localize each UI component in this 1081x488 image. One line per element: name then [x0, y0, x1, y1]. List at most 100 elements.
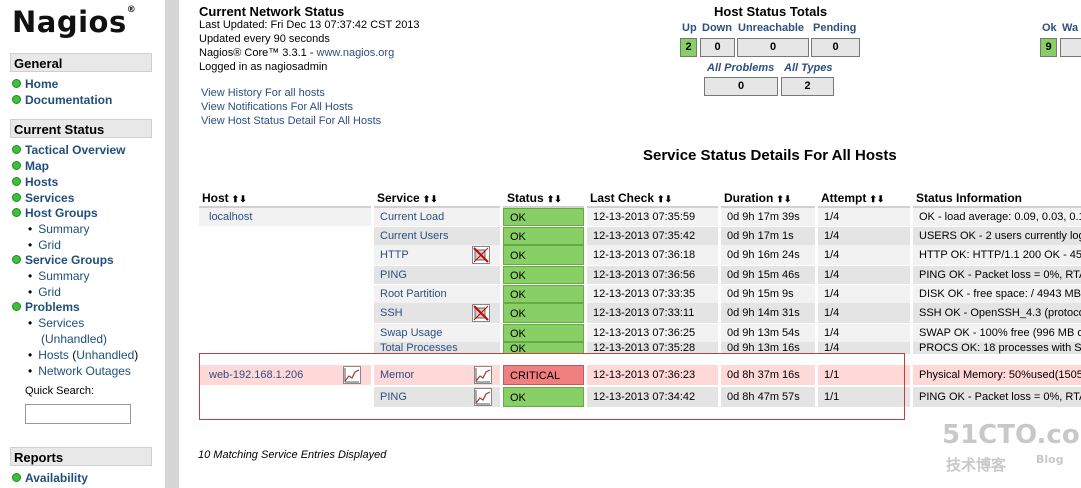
cell-service[interactable]: PING: [374, 266, 500, 284]
sort-arrows-icon[interactable]: ⬆⬇: [547, 194, 562, 204]
cell-status: OK: [503, 324, 584, 342]
cell-status-information: PING OK - Packet loss = 0%, RTA: [913, 266, 1081, 284]
nav-problem-services[interactable]: Services: [28, 316, 84, 331]
host-totals-title: Host Status Totals: [714, 4, 828, 19]
col-status[interactable]: Status ⬆⬇: [507, 191, 562, 205]
count-unreachable[interactable]: 0: [737, 38, 809, 57]
cell-status: OK: [503, 208, 584, 226]
cell-service[interactable]: Current Users: [374, 227, 500, 245]
cell-host[interactable]: localhost: [199, 208, 371, 226]
col-last-check[interactable]: Last Check ⬆⬇: [590, 191, 672, 205]
count-all-types[interactable]: 2: [781, 77, 834, 96]
nav-host-groups[interactable]: Host Groups: [12, 206, 98, 221]
cell-attempt: 1/4: [818, 245, 910, 265]
update-interval: Updated every 90 seconds: [199, 33, 330, 45]
cell-host[interactable]: [199, 245, 371, 265]
label-all-types[interactable]: All Types: [784, 62, 833, 74]
cell-host[interactable]: [199, 266, 371, 284]
nagios-logo[interactable]: Nagios®: [12, 5, 136, 39]
link-notifications[interactable]: View Notifications For All Hosts: [201, 101, 353, 113]
status-dot-icon: [12, 193, 21, 202]
sort-arrows-icon[interactable]: ⬆⬇: [869, 194, 884, 204]
cell-last-check: 12-13-2013 07:33:35: [587, 285, 718, 303]
nav-tactical-overview[interactable]: Tactical Overview: [12, 143, 126, 158]
label-warning[interactable]: Wa: [1062, 22, 1078, 34]
nav-hostgroup-grid[interactable]: Grid: [28, 238, 61, 253]
nav-map[interactable]: Map: [12, 159, 49, 174]
nav-servicegroup-summary[interactable]: Summary: [28, 269, 89, 284]
cell-status-information: HTTP OK: HTTP/1.1 200 OK - 4545: [913, 245, 1081, 265]
sort-arrows-icon[interactable]: ⬆⬇: [776, 194, 791, 204]
sort-arrows-icon[interactable]: ⬆⬇: [232, 194, 247, 204]
passive-check-disabled-icon[interactable]: [472, 304, 490, 322]
status-dot-icon: [12, 79, 21, 88]
cell-status-information: USERS OK - 2 users currently logged in: [913, 227, 1081, 245]
nav-problems[interactable]: Problems: [12, 300, 80, 315]
cell-host[interactable]: [199, 303, 371, 323]
nav-availability[interactable]: Availability: [12, 471, 88, 486]
nav-home[interactable]: Home: [12, 77, 58, 92]
count-down[interactable]: 0: [700, 38, 735, 57]
count-pending[interactable]: 0: [811, 38, 860, 57]
highlight-annotation: [199, 353, 905, 420]
nav-problem-services-unhandled[interactable]: (Unhandled): [41, 332, 107, 347]
col-host[interactable]: Host ⬆⬇: [202, 191, 247, 205]
label-down[interactable]: Down: [702, 22, 732, 34]
label-unreachable[interactable]: Unreachable: [738, 22, 804, 34]
cell-host[interactable]: [199, 324, 371, 342]
cell-last-check: 12-13-2013 07:36:18: [587, 245, 718, 265]
label-pending[interactable]: Pending: [813, 22, 856, 34]
nav-service-groups[interactable]: Service Groups: [12, 253, 114, 268]
cell-host[interactable]: [199, 285, 371, 303]
cell-status-information: PROCS OK: 18 processes with ST: [913, 342, 1081, 354]
link-history[interactable]: View History For all hosts: [201, 87, 325, 99]
nav-hosts[interactable]: Hosts: [12, 175, 58, 190]
status-dot-icon: [12, 161, 21, 170]
count-warning[interactable]: [1060, 38, 1081, 57]
nav-documentation[interactable]: Documentation: [12, 93, 112, 108]
label-all-problems[interactable]: All Problems: [707, 62, 774, 74]
count-ok[interactable]: 9: [1040, 38, 1057, 57]
col-duration[interactable]: Duration ⬆⬇: [724, 191, 791, 205]
cell-last-check: 12-13-2013 07:35:59: [587, 208, 718, 226]
cell-duration: 0d 9h 13m 54s: [721, 324, 815, 342]
matching-count: 10 Matching Service Entries Displayed: [198, 449, 387, 461]
watermark-blog: Blog: [1036, 453, 1064, 466]
cell-attempt: 1/4: [818, 208, 910, 226]
watermark-sub: 技术博客: [946, 457, 1007, 474]
cell-host[interactable]: [199, 227, 371, 245]
nagios-org-link[interactable]: www.nagios.org: [317, 47, 395, 59]
section-general: General: [10, 53, 152, 72]
col-service[interactable]: Service ⬆⬇: [377, 191, 438, 205]
label-up[interactable]: Up: [682, 22, 697, 34]
sidebar-divider: [165, 0, 179, 488]
core-version: Nagios® Core™ 3.3.1 - www.nagios.org: [199, 47, 395, 59]
cell-service[interactable]: Current Load: [374, 208, 500, 226]
nagios-page: Nagios® General Home Documentation Curre…: [0, 0, 1081, 488]
label-ok[interactable]: Ok: [1042, 22, 1057, 34]
page-title: Current Network Status: [199, 4, 345, 19]
nav-network-outages[interactable]: Network Outages: [28, 364, 131, 379]
cell-service[interactable]: Swap Usage: [374, 324, 500, 342]
nav-problem-hosts[interactable]: Hosts (Unhandled): [28, 348, 138, 363]
sort-arrows-icon[interactable]: ⬆⬇: [657, 194, 672, 204]
section-current-status: Current Status: [10, 119, 152, 138]
sort-arrows-icon[interactable]: ⬆⬇: [423, 194, 438, 204]
status-dot-icon: [12, 177, 21, 186]
count-all-problems[interactable]: 0: [704, 77, 778, 96]
cell-status-information: DISK OK - free space: / 4943 MB (: [913, 285, 1081, 303]
cell-service[interactable]: Root Partition: [374, 285, 500, 303]
status-dot-icon: [12, 208, 21, 217]
nav-servicegroup-grid[interactable]: Grid: [28, 285, 61, 300]
link-host-status-detail[interactable]: View Host Status Detail For All Hosts: [201, 115, 381, 127]
nav-services[interactable]: Services: [12, 191, 74, 206]
nav-hostgroup-summary[interactable]: Summary: [28, 222, 89, 237]
count-up[interactable]: 2: [680, 38, 697, 57]
cell-attempt: 1/4: [818, 324, 910, 342]
cell-attempt: 1/4: [818, 227, 910, 245]
cell-last-check: 12-13-2013 07:35:42: [587, 227, 718, 245]
col-attempt[interactable]: Attempt ⬆⬇: [821, 191, 884, 205]
passive-check-disabled-icon[interactable]: [472, 246, 490, 264]
quick-search-input[interactable]: [25, 404, 131, 424]
watermark-logo: 51CTO.com: [942, 420, 1081, 450]
